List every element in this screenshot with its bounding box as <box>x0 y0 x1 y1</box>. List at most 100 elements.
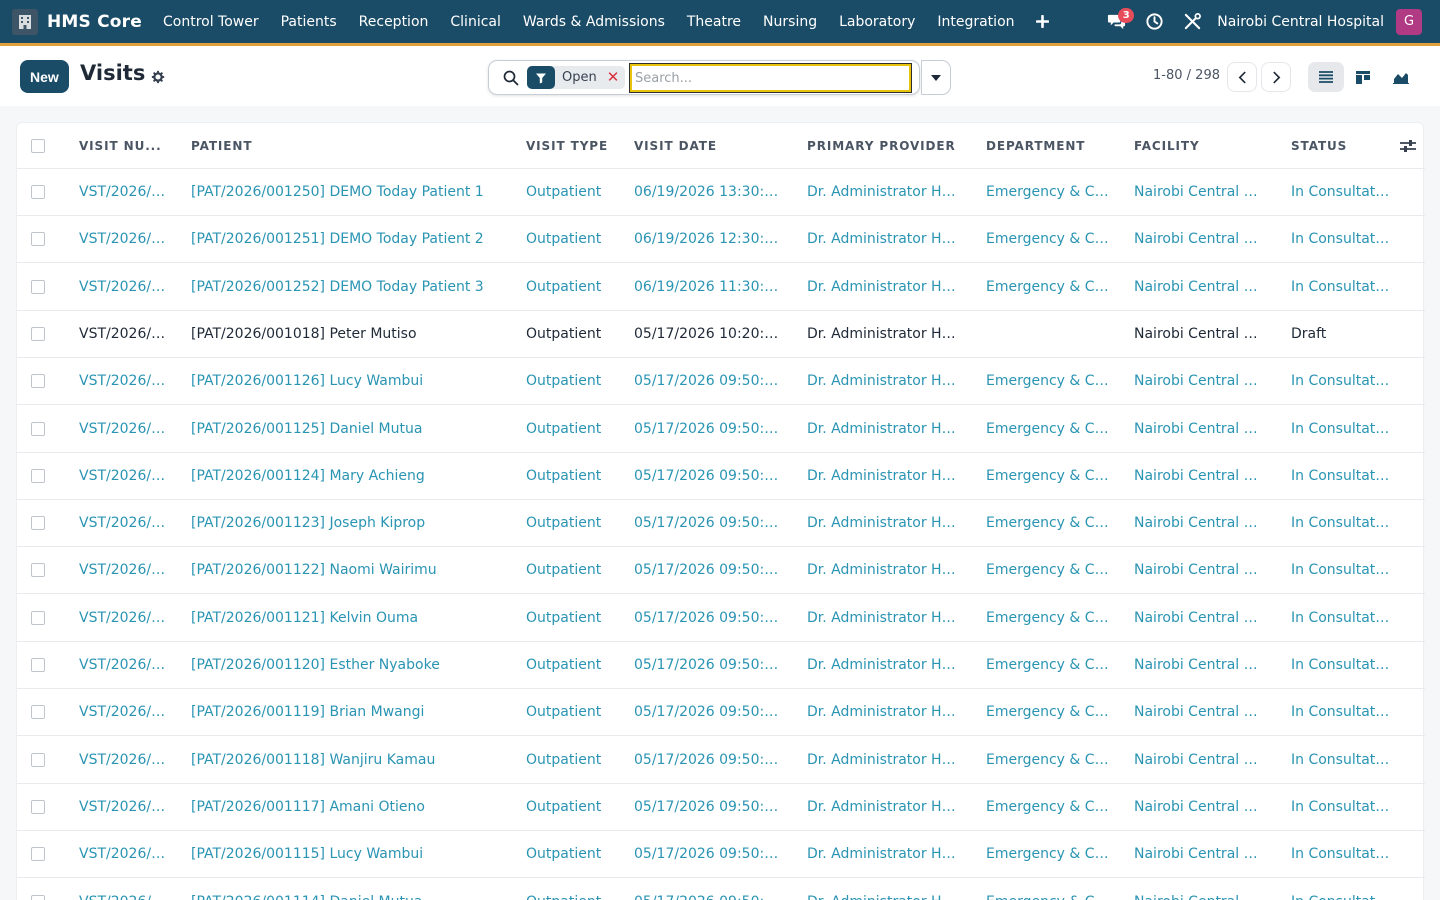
row-checkbox[interactable] <box>31 421 45 436</box>
menu-patients[interactable]: Patients <box>270 0 348 43</box>
patient-cell[interactable]: [PAT/2026/001125] Daniel Mutua <box>191 406 503 452</box>
close-icon[interactable]: ✕ <box>607 70 620 85</box>
primary-provider-cell[interactable]: Dr. Administrator HMS <box>807 547 957 593</box>
department-cell[interactable]: Emergency & Casualty <box>986 642 1110 688</box>
visit-number-cell[interactable]: VST/2026/001117 <box>79 784 169 830</box>
row-checkbox[interactable] <box>31 232 45 247</box>
row-checkbox[interactable] <box>31 279 45 294</box>
department-cell[interactable]: Emergency & Casualty <box>986 689 1110 735</box>
department-cell[interactable]: Emergency & Casualty <box>986 216 1110 262</box>
facility-cell[interactable]: Nairobi Central Hospital <box>1134 216 1265 262</box>
row-checkbox[interactable] <box>31 847 45 862</box>
column-status[interactable]: STATUS <box>1291 123 1391 168</box>
kanban-view-button[interactable] <box>1345 62 1381 92</box>
status-cell[interactable]: Draft <box>1291 311 1391 357</box>
clock-icon[interactable] <box>1135 0 1173 43</box>
visit-date-cell[interactable]: 05/17/2026 09:50:00 <box>634 831 780 877</box>
status-cell[interactable]: In Consultation <box>1291 784 1391 830</box>
column-visit-type[interactable]: VISIT TYPE <box>526 123 622 168</box>
column-primary-provider[interactable]: PRIMARY PROVIDER <box>807 123 957 168</box>
status-cell[interactable]: In Consultation <box>1291 831 1391 877</box>
visit-number-cell[interactable]: VST/2026/001018 <box>79 311 169 357</box>
column-department[interactable]: DEPARTMENT <box>986 123 1110 168</box>
status-cell[interactable]: In Consultation <box>1291 169 1391 215</box>
patient-cell[interactable]: [PAT/2026/001124] Mary Achieng <box>191 453 503 499</box>
menu-wards-admissions[interactable]: Wards & Admissions <box>512 0 676 43</box>
visit-number-cell[interactable]: VST/2026/001121 <box>79 595 169 641</box>
visit-type-cell[interactable]: Outpatient <box>526 879 622 900</box>
patient-cell[interactable]: [PAT/2026/001251] DEMO Today Patient 2 <box>191 216 503 262</box>
visit-date-cell[interactable]: 05/17/2026 09:50:00 <box>634 689 780 735</box>
facility-cell[interactable]: Nairobi Central Hospital <box>1134 453 1265 499</box>
visit-type-cell[interactable]: Outpatient <box>526 500 622 546</box>
primary-provider-cell[interactable]: Dr. Administrator HMS <box>807 500 957 546</box>
row-checkbox[interactable] <box>31 894 45 900</box>
table-row[interactable]: VST/2026/001118 [PAT/2026/001118] Wanjiru… <box>17 737 1425 784</box>
patient-cell[interactable]: [PAT/2026/001123] Joseph Kiprop <box>191 500 503 546</box>
column-visit-number[interactable]: VISIT NU... <box>79 123 169 168</box>
facility-cell[interactable]: Nairobi Central Hospital <box>1134 547 1265 593</box>
status-cell[interactable]: In Consultation <box>1291 264 1391 310</box>
status-cell[interactable]: In Consultation <box>1291 500 1391 546</box>
table-row[interactable]: VST/2026/001125 [PAT/2026/001125] Daniel … <box>17 406 1425 453</box>
primary-provider-cell[interactable]: Dr. Administrator HMS <box>807 453 957 499</box>
patient-cell[interactable]: [PAT/2026/001126] Lucy Wambui <box>191 358 503 404</box>
status-cell[interactable]: In Consultation <box>1291 595 1391 641</box>
visit-number-cell[interactable]: VST/2026/001252 <box>79 264 169 310</box>
department-cell[interactable]: Emergency & Casualty <box>986 737 1110 783</box>
facility-cell[interactable]: Nairobi Central Hospital <box>1134 169 1265 215</box>
visit-date-cell[interactable]: 05/17/2026 09:50:00 <box>634 595 780 641</box>
primary-provider-cell[interactable]: Dr. Administrator HMS <box>807 831 957 877</box>
visit-number-cell[interactable]: VST/2026/001250 <box>79 169 169 215</box>
primary-provider-cell[interactable]: Dr. Administrator HMS <box>807 689 957 735</box>
primary-provider-cell[interactable]: Dr. Administrator HMS <box>807 784 957 830</box>
patient-cell[interactable]: [PAT/2026/001117] Amani Otieno <box>191 784 503 830</box>
menu-theatre[interactable]: Theatre <box>676 0 752 43</box>
status-cell[interactable]: In Consultation <box>1291 642 1391 688</box>
row-checkbox[interactable] <box>31 374 45 389</box>
patient-cell[interactable]: [PAT/2026/001120] Esther Nyaboke <box>191 642 503 688</box>
visit-number-cell[interactable]: VST/2026/001118 <box>79 737 169 783</box>
visit-date-cell[interactable]: 05/17/2026 10:20:00 <box>634 311 780 357</box>
column-visit-date[interactable]: VISIT DATE <box>634 123 780 168</box>
facility-cell[interactable]: Nairobi Central Hospital <box>1134 595 1265 641</box>
visit-type-cell[interactable]: Outpatient <box>526 406 622 452</box>
status-cell[interactable]: In Consultation <box>1291 737 1391 783</box>
visit-type-cell[interactable]: Outpatient <box>526 784 622 830</box>
patient-cell[interactable]: [PAT/2026/001252] DEMO Today Patient 3 <box>191 264 503 310</box>
visit-date-cell[interactable]: 05/17/2026 09:50:00 <box>634 547 780 593</box>
facility-cell[interactable]: Nairobi Central Hospital <box>1134 831 1265 877</box>
row-checkbox[interactable] <box>31 516 45 531</box>
table-row[interactable]: VST/2026/001119 [PAT/2026/001119] Brian M… <box>17 689 1425 737</box>
visit-date-cell[interactable]: 05/17/2026 09:50:00 <box>634 879 780 900</box>
row-checkbox[interactable] <box>31 658 45 672</box>
facility-cell[interactable]: Nairobi Central Hospital <box>1134 642 1265 688</box>
table-row[interactable]: VST/2026/001251 [PAT/2026/001251] DEMO To… <box>17 216 1425 264</box>
facility-cell[interactable]: Nairobi Central Hospital <box>1134 264 1265 310</box>
department-cell[interactable]: Emergency & Casualty <box>986 264 1110 310</box>
primary-provider-cell[interactable]: Dr. Administrator HMS <box>807 737 957 783</box>
facility-cell[interactable]: Nairobi Central Hospital <box>1134 358 1265 404</box>
table-row[interactable]: VST/2026/001126 [PAT/2026/001126] Lucy Wa… <box>17 358 1425 406</box>
department-cell[interactable]: Emergency & Casualty <box>986 169 1110 215</box>
visit-number-cell[interactable]: VST/2026/001119 <box>79 689 169 735</box>
menu-clinical[interactable]: Clinical <box>439 0 511 43</box>
visit-number-cell[interactable]: VST/2026/001122 <box>79 547 169 593</box>
primary-provider-cell[interactable]: Dr. Administrator HMS <box>807 406 957 452</box>
visit-type-cell[interactable]: Outpatient <box>526 831 622 877</box>
patient-cell[interactable]: [PAT/2026/001115] Lucy Wambui <box>191 831 503 877</box>
visit-date-cell[interactable]: 06/19/2026 12:30:00 <box>634 216 780 262</box>
facility-cell[interactable]: Nairobi Central Hospital <box>1134 406 1265 452</box>
table-row[interactable]: VST/2026/001018 [PAT/2026/001018] Peter M… <box>17 311 1425 358</box>
patient-cell[interactable]: [PAT/2026/001018] Peter Mutiso <box>191 311 503 357</box>
department-cell[interactable]: Emergency & Casualty <box>986 453 1110 499</box>
row-checkbox[interactable] <box>31 610 45 625</box>
table-row[interactable]: VST/2026/001115 [PAT/2026/001115] Lucy Wa… <box>17 831 1425 879</box>
column-patient[interactable]: PATIENT <box>191 123 503 168</box>
facility-cell[interactable]: Nairobi Central Hospital <box>1134 879 1265 900</box>
menu-control-tower[interactable]: Control Tower <box>152 0 270 43</box>
patient-cell[interactable]: [PAT/2026/001122] Naomi Wairimu <box>191 547 503 593</box>
brand[interactable]: HMS Core <box>0 0 152 43</box>
menu-reception[interactable]: Reception <box>348 0 440 43</box>
search-options-toggle[interactable] <box>921 60 951 95</box>
